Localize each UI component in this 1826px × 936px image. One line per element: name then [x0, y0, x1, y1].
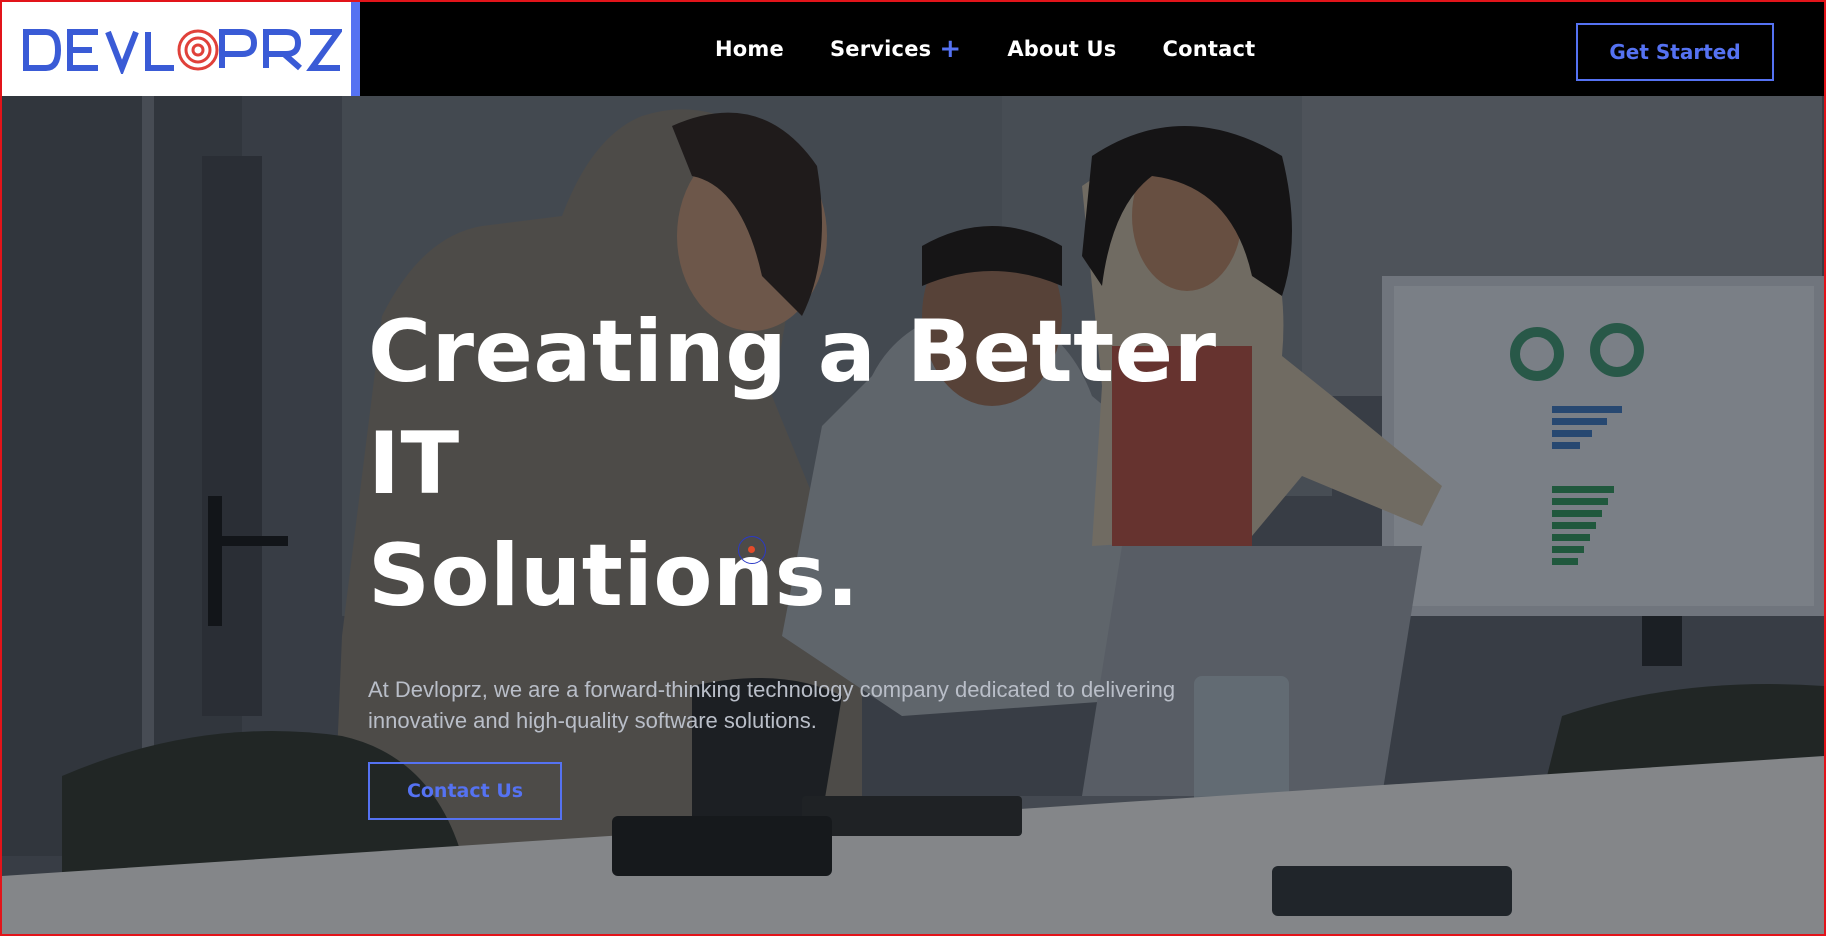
hero-content: Creating a Better IT Solutions. At Devlo…: [368, 296, 1268, 820]
hero-title-line-1: Creating a Better IT: [368, 302, 1217, 514]
get-started-button[interactable]: Get Started: [1576, 23, 1774, 81]
hero-section: Creating a Better IT Solutions. At Devlo…: [2, 96, 1824, 934]
nav-services-label: Services: [829, 37, 932, 61]
hero-title-line-2: Solutions.: [368, 526, 860, 626]
hero-description: At Devloprz, we are a forward-thinking t…: [368, 677, 1176, 733]
nav-home-label: Home: [715, 37, 784, 61]
page: Home Services + About Us Contact Get Sta…: [0, 0, 1826, 936]
contact-us-button[interactable]: Contact Us: [368, 762, 562, 820]
hero-title: Creating a Better IT Solutions.: [368, 296, 1268, 632]
nav-about-label: About Us: [1007, 37, 1117, 61]
nav-contact-label: Contact: [1162, 37, 1256, 61]
nav-about-us[interactable]: About Us: [1007, 37, 1116, 61]
cursor-indicator-icon: [738, 536, 766, 564]
nav-home[interactable]: Home: [715, 37, 784, 61]
plus-icon[interactable]: +: [939, 36, 961, 62]
main-nav: Home Services + About Us Contact: [715, 2, 1255, 96]
nav-contact[interactable]: Contact: [1163, 37, 1256, 61]
logo-link[interactable]: [2, 2, 360, 96]
top-navbar: Home Services + About Us Contact Get Sta…: [2, 2, 1824, 96]
devloprz-logo: [23, 29, 342, 74]
nav-services[interactable]: Services +: [830, 36, 961, 62]
